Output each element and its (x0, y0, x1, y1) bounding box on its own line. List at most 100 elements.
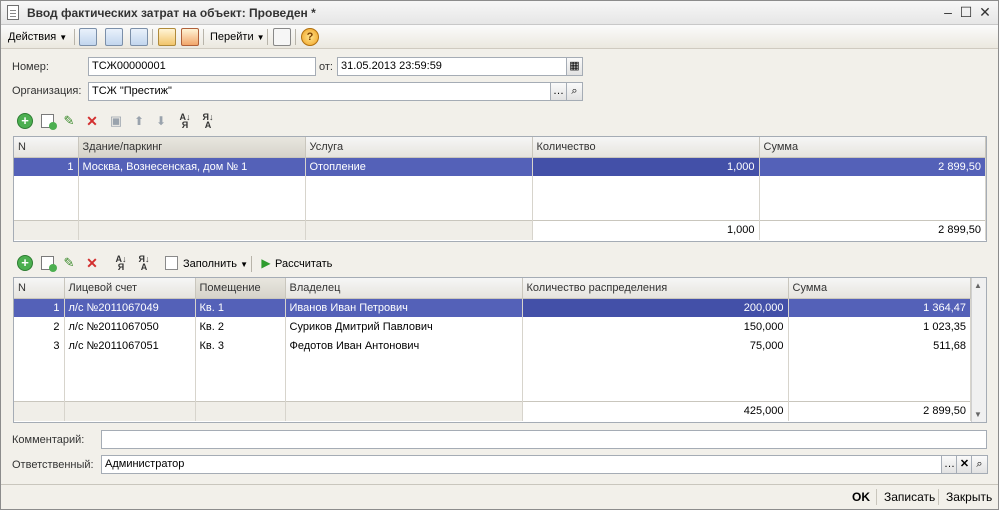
table-row[interactable]: 3 л/с №2011067051 Кв. 3 Федотов Иван Ант… (14, 336, 971, 355)
responsible-label: Ответственный: (12, 459, 94, 471)
cell-distribution-qty[interactable]: 200,000 (522, 298, 789, 317)
cell-owner[interactable]: Иванов Иван Петрович (285, 298, 523, 317)
document-window: Ввод фактических затрат на объект: Прове… (0, 0, 999, 510)
table-footer: 1,000 2 899,50 (14, 219, 986, 240)
cell-quantity[interactable]: 1,000 (532, 157, 760, 176)
delete-row-icon[interactable]: ✕ (84, 113, 100, 129)
cell-distribution-qty[interactable]: 150,000 (522, 317, 789, 336)
edit-row-icon[interactable]: ✎ (61, 255, 77, 271)
calculate-button[interactable]: Рассчитать (275, 256, 332, 272)
col-sum[interactable]: Сумма (788, 278, 971, 299)
cell-n: 2 (14, 317, 65, 336)
move-down-icon[interactable]: ⬇ (153, 113, 169, 129)
refresh-copy-icon[interactable] (130, 28, 148, 46)
cell-account[interactable]: л/с №2011067050 (64, 317, 196, 336)
footer-sum: 2 899,50 (788, 400, 971, 421)
sort-ascending-icon[interactable]: А↓ Я (177, 113, 193, 130)
post-document-icon[interactable] (158, 28, 176, 46)
refresh-icon[interactable] (105, 28, 123, 46)
goto-menu[interactable]: Перейти ▼ (210, 28, 265, 46)
responsible-field[interactable]: Администратор (101, 455, 942, 474)
cell-account[interactable]: л/с №2011067049 (64, 298, 196, 317)
number-label: Номер: (12, 61, 49, 73)
cell-account[interactable]: л/с №2011067051 (64, 336, 196, 355)
table-row[interactable]: 1 Москва, Вознесенская, дом № 1 Отоплени… (14, 157, 986, 176)
move-up-icon[interactable]: ⬆ (131, 113, 147, 129)
cell-sum[interactable]: 1 364,47 (788, 298, 971, 317)
calendar-icon[interactable]: ▦ (566, 57, 583, 76)
sort-descending-icon[interactable]: Я↓ А (200, 113, 216, 130)
minimize-button[interactable]: ‒ (939, 4, 957, 21)
copy-row-icon[interactable] (41, 256, 57, 272)
sort-ascending-icon[interactable]: А↓ Я (113, 255, 129, 272)
organization-label: Организация: (12, 85, 82, 97)
actions-menu[interactable]: Действия ▼ (8, 28, 67, 46)
scroll-up-icon[interactable]: ▲ (974, 281, 982, 290)
col-distribution-qty[interactable]: Количество распределения (522, 278, 789, 299)
cell-n: 1 (14, 157, 79, 176)
bottom-bar: OK Записать Закрыть (1, 484, 998, 509)
col-quantity[interactable]: Количество (532, 137, 760, 158)
cell-sum[interactable]: 511,68 (788, 336, 971, 355)
col-sum[interactable]: Сумма (759, 137, 986, 158)
help-icon[interactable]: ? (301, 28, 319, 46)
cell-room[interactable]: Кв. 3 (195, 336, 286, 355)
cell-room[interactable]: Кв. 2 (195, 317, 286, 336)
col-n[interactable]: N (14, 278, 65, 299)
col-building[interactable]: Здание/паркинг (78, 137, 306, 158)
copy-row-icon[interactable] (41, 114, 57, 130)
accounts-table-toolbar: + ✎ ✕ А↓ Я Я↓ А Заполнить ▼ ▶ Рассчитать (15, 253, 375, 275)
col-account[interactable]: Лицевой счет (64, 278, 196, 299)
organization-field[interactable]: ТСЖ "Престиж" (88, 82, 551, 101)
date-label: от: (319, 61, 333, 73)
fill-button[interactable]: Заполнить ▼ (183, 256, 248, 273)
edit-row-icon[interactable]: ✎ (61, 113, 77, 129)
cell-service[interactable]: Отопление (305, 157, 533, 176)
delete-row-icon[interactable]: ✕ (84, 255, 100, 271)
save-button[interactable]: Записать (884, 489, 935, 505)
services-table: N Здание/паркинг Услуга Количество Сумма… (13, 136, 987, 242)
cell-distribution-qty[interactable]: 75,000 (522, 336, 789, 355)
col-n[interactable]: N (14, 137, 79, 158)
table-row[interactable]: 2 л/с №2011067050 Кв. 2 Суриков Дмитрий … (14, 317, 971, 336)
footer-distribution-qty: 425,000 (522, 400, 789, 421)
add-row-icon[interactable]: + (17, 255, 33, 271)
add-row-icon[interactable]: + (17, 113, 33, 129)
cell-building[interactable]: Москва, Вознесенская, дом № 1 (78, 157, 306, 176)
close-button[interactable]: Закрыть (946, 489, 992, 505)
col-service[interactable]: Услуга (305, 137, 533, 158)
table-row[interactable]: 1 л/с №2011067049 Кв. 1 Иванов Иван Петр… (14, 298, 971, 317)
list-view-icon[interactable] (273, 28, 291, 46)
cell-owner[interactable]: Суриков Дмитрий Павлович (285, 317, 523, 336)
footer-quantity: 1,000 (532, 219, 760, 240)
date-field[interactable]: 31.05.2013 23:59:59 (337, 57, 567, 76)
number-field[interactable]: ТСЖ00000001 (88, 57, 316, 76)
cell-sum[interactable]: 1 023,35 (788, 317, 971, 336)
col-owner[interactable]: Владелец (285, 278, 523, 299)
unpost-document-icon[interactable] (181, 28, 199, 46)
maximize-button[interactable]: ☐ (957, 4, 975, 21)
cell-sum[interactable]: 2 899,50 (759, 157, 986, 176)
document-icon (7, 5, 19, 20)
end-edit-icon[interactable]: ▣ (108, 113, 124, 129)
comment-label: Комментарий: (12, 434, 85, 446)
organization-search-icon[interactable]: ⌕ (566, 82, 583, 101)
cell-room[interactable]: Кв. 1 (195, 298, 286, 317)
footer-sum: 2 899,50 (759, 219, 986, 240)
fill-icon[interactable] (165, 256, 178, 270)
organization-select-button[interactable]: … (550, 82, 567, 101)
ok-button[interactable]: OK (852, 489, 870, 505)
main-toolbar: Действия ▼ Перейти ▼ ? (1, 25, 998, 49)
calculate-icon[interactable]: ▶ (258, 255, 274, 271)
close-window-button[interactable]: ✕ (976, 4, 994, 21)
scroll-down-icon[interactable]: ▼ (974, 410, 982, 419)
sort-descending-icon[interactable]: Я↓ А (136, 255, 152, 272)
post-and-close-icon[interactable] (79, 28, 97, 46)
table-footer: 425,000 2 899,50 (14, 400, 971, 421)
comment-field[interactable] (101, 430, 987, 449)
col-room[interactable]: Помещение (195, 278, 286, 299)
cell-owner[interactable]: Федотов Иван Антонович (285, 336, 523, 355)
services-table-toolbar: + ✎ ✕ ▣ ⬆ ⬇ А↓ Я Я↓ А (15, 111, 315, 133)
vertical-scrollbar[interactable]: ▲ ▼ (971, 278, 986, 422)
responsible-search-icon[interactable]: ⌕ (971, 455, 988, 474)
